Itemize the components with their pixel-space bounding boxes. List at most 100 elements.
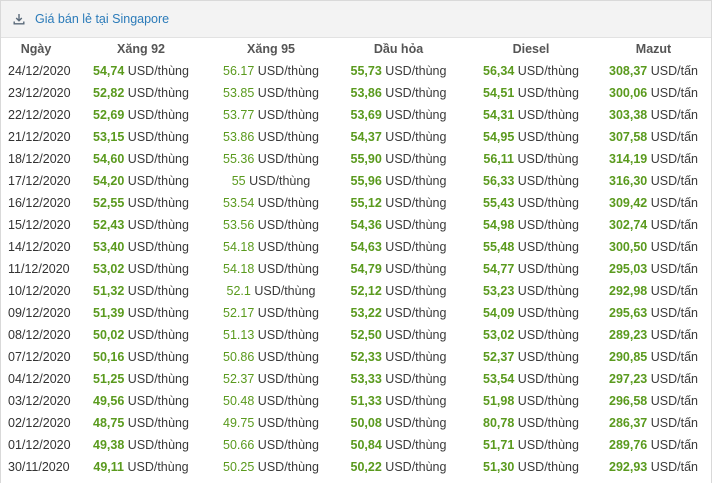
price-value: 54,37 bbox=[350, 130, 382, 144]
price-value: 50,22 bbox=[350, 460, 382, 474]
cell-xang92: 53,15 USD/thùng bbox=[71, 126, 211, 148]
price-unit: USD/thùng bbox=[127, 64, 189, 78]
price-unit: USD/tấn bbox=[650, 416, 698, 430]
price-value: 49,56 bbox=[93, 394, 125, 408]
cell-dau-hoa: 55,90 USD/thùng bbox=[331, 148, 466, 170]
cell-date: 16/12/2020 bbox=[8, 196, 71, 210]
price-unit: USD/thùng bbox=[385, 306, 447, 320]
price-unit: USD/thùng bbox=[257, 460, 319, 474]
price-value: 53,69 bbox=[350, 108, 382, 122]
price-value: 54,95 bbox=[483, 130, 515, 144]
table-row: 23/12/2020 52,82 USD/thùng 53.85 USD/thùng… bbox=[1, 82, 711, 104]
cell-mazut: 302,74 USD/tấn bbox=[596, 214, 711, 236]
price-unit: USD/thùng bbox=[517, 460, 579, 474]
cell-diesel: 54,31 USD/thùng bbox=[466, 104, 596, 126]
price-value: 303,38 bbox=[609, 108, 648, 122]
cell-date: 18/12/2020 bbox=[8, 152, 71, 166]
price-unit: USD/thùng bbox=[127, 350, 189, 364]
price-value: 55 bbox=[231, 174, 246, 188]
price-unit: USD/thùng bbox=[517, 86, 579, 100]
price-unit: USD/tấn bbox=[650, 460, 698, 474]
price-unit: USD/thùng bbox=[385, 130, 447, 144]
cell-date: 02/12/2020 bbox=[8, 416, 71, 430]
price-unit: USD/thùng bbox=[517, 284, 579, 298]
column-header-mazut: Mazut bbox=[635, 42, 672, 56]
cell-diesel: 54,95 USD/thùng bbox=[466, 126, 596, 148]
price-value: 53.56 bbox=[223, 218, 255, 232]
price-value: 289,76 bbox=[609, 438, 648, 452]
price-unit: USD/thùng bbox=[385, 240, 447, 254]
download-icon[interactable] bbox=[13, 13, 25, 25]
price-unit: USD/thùng bbox=[385, 86, 447, 100]
cell-dau-hoa: 55,12 USD/thùng bbox=[331, 192, 466, 214]
price-value: 52,82 bbox=[93, 86, 125, 100]
cell-date: 21/12/2020 bbox=[8, 130, 71, 144]
price-unit: USD/tấn bbox=[650, 328, 698, 342]
cell-date: 08/12/2020 bbox=[8, 328, 71, 342]
price-unit: USD/thùng bbox=[257, 130, 319, 144]
price-unit: USD/thùng bbox=[127, 152, 189, 166]
cell-xang95: 53.77 USD/thùng bbox=[211, 104, 331, 126]
cell-diesel: 80,78 USD/thùng bbox=[466, 412, 596, 434]
price-value: 49,11 bbox=[93, 460, 124, 474]
cell-date: 11/12/2020 bbox=[8, 262, 70, 276]
cell-date: 24/12/2020 bbox=[8, 64, 71, 78]
cell-dau-hoa: 50,22 USD/thùng bbox=[331, 456, 466, 478]
price-unit: USD/thùng bbox=[257, 306, 319, 320]
price-unit: USD/thùng bbox=[385, 350, 447, 364]
table-row: 24/12/2020 54,74 USD/thùng 56.17 USD/thùng… bbox=[1, 60, 711, 82]
cell-dau-hoa: 53,86 USD/thùng bbox=[331, 82, 466, 104]
price-unit: USD/tấn bbox=[650, 108, 698, 122]
cell-diesel: 56,11 USD/thùng bbox=[466, 148, 596, 170]
cell-xang95: 53.56 USD/thùng bbox=[211, 214, 331, 236]
cell-diesel: 54,77 USD/thùng bbox=[466, 258, 596, 280]
cell-xang92: 51,39 USD/thùng bbox=[71, 302, 211, 324]
price-unit: USD/thùng bbox=[517, 438, 579, 452]
cell-date: 14/12/2020 bbox=[8, 240, 71, 254]
price-value: 55,48 bbox=[483, 240, 515, 254]
cell-date: 07/12/2020 bbox=[8, 350, 71, 364]
cell-xang92: 54,20 USD/thùng bbox=[71, 170, 211, 192]
price-unit: USD/thùng bbox=[127, 86, 189, 100]
price-unit: USD/thùng bbox=[127, 174, 189, 188]
cell-mazut: 316,30 USD/tấn bbox=[596, 170, 711, 192]
price-unit: USD/thùng bbox=[385, 152, 447, 166]
price-value: 54.18 bbox=[223, 262, 255, 276]
cell-xang92: 49,11 USD/thùng bbox=[71, 456, 211, 478]
price-unit: USD/thùng bbox=[257, 438, 319, 452]
panel-title[interactable]: Giá bán lẻ tại Singapore bbox=[35, 12, 169, 26]
price-unit: USD/thùng bbox=[257, 152, 319, 166]
price-value: 54.18 bbox=[223, 240, 255, 254]
cell-mazut: 314,19 USD/tấn bbox=[596, 148, 711, 170]
table-row: 02/12/2020 48,75 USD/thùng 49.75 USD/thùng… bbox=[1, 412, 711, 434]
cell-xang95: 52.37 USD/thùng bbox=[211, 368, 331, 390]
cell-xang92: 48,75 USD/thùng bbox=[71, 412, 211, 434]
cell-mazut: 290,85 USD/tấn bbox=[596, 346, 711, 368]
column-header-date: Ngày bbox=[20, 42, 52, 56]
price-unit: USD/thùng bbox=[517, 64, 579, 78]
cell-xang92: 51,32 USD/thùng bbox=[71, 280, 211, 302]
price-unit: USD/thùng bbox=[385, 218, 447, 232]
cell-mazut: 300,06 USD/tấn bbox=[596, 82, 711, 104]
price-unit: USD/thùng bbox=[249, 174, 311, 188]
price-unit: USD/thùng bbox=[127, 460, 189, 474]
table-row: 21/12/2020 53,15 USD/thùng 53.86 USD/thùng… bbox=[1, 126, 711, 148]
cell-xang92: 50,16 USD/thùng bbox=[71, 346, 211, 368]
table-row: 03/12/2020 49,56 USD/thùng 50.48 USD/thùng… bbox=[1, 390, 711, 412]
table-row: 18/12/2020 54,60 USD/thùng 55.36 USD/thùng… bbox=[1, 148, 711, 170]
price-value: 290,85 bbox=[609, 350, 648, 364]
price-table: Ngày Xăng 92 Xăng 95 Dầu hỏa Diesel Mazu… bbox=[1, 38, 711, 478]
cell-xang95: 53.54 USD/thùng bbox=[211, 192, 331, 214]
price-value: 54,74 bbox=[93, 64, 125, 78]
column-header-diesel: Diesel bbox=[512, 42, 550, 56]
table-row: 22/12/2020 52,69 USD/thùng 53.77 USD/thùng… bbox=[1, 104, 711, 126]
price-unit: USD/tấn bbox=[650, 86, 698, 100]
cell-dau-hoa: 50,84 USD/thùng bbox=[331, 434, 466, 456]
price-unit: USD/thùng bbox=[257, 372, 319, 386]
table-row: 07/12/2020 50,16 USD/thùng 50.86 USD/thùng… bbox=[1, 346, 711, 368]
price-value: 52,37 bbox=[483, 350, 515, 364]
price-value: 54,77 bbox=[483, 262, 515, 276]
cell-diesel: 53,02 USD/thùng bbox=[466, 324, 596, 346]
price-unit: USD/thùng bbox=[517, 306, 579, 320]
price-value: 295,03 bbox=[609, 262, 648, 276]
